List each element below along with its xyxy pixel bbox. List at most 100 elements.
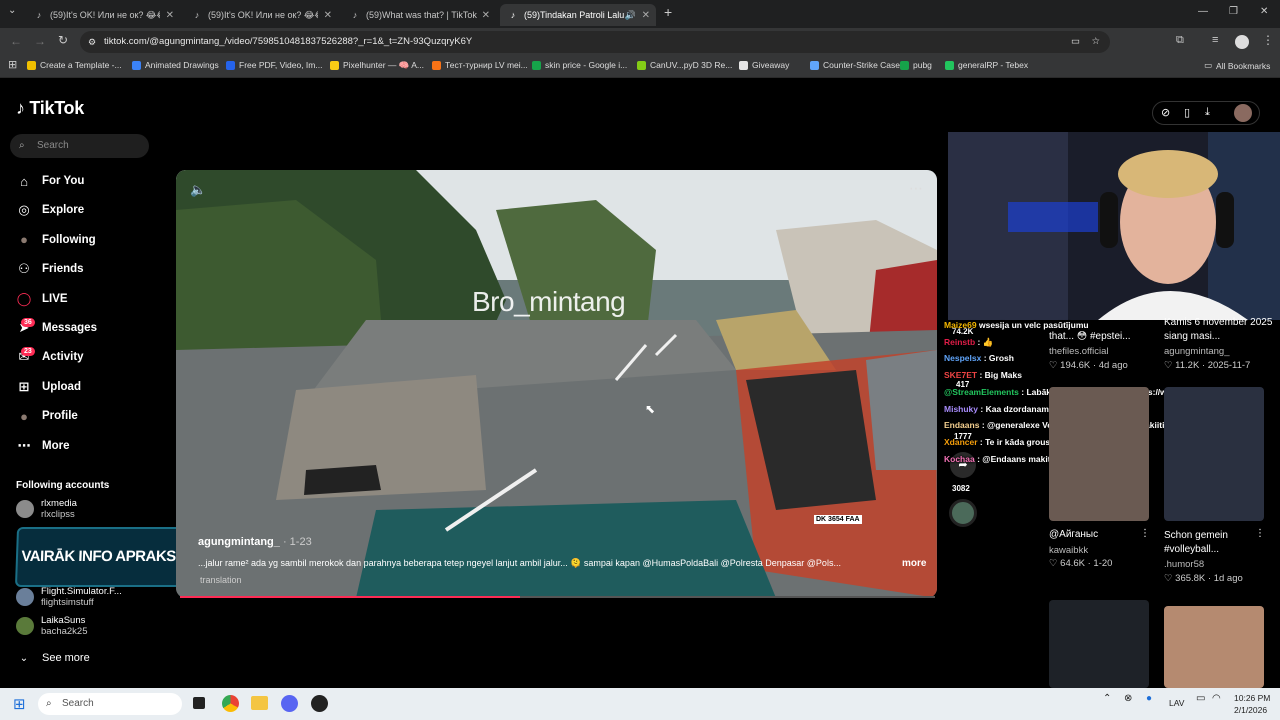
restore-icon[interactable]: ❐ [1229,6,1238,17]
caption-more-link[interactable]: more [902,558,926,569]
all-bookmarks-button[interactable]: ▭ All Bookmarks [1204,60,1270,71]
bookmark-item[interactable]: Create a Template -... [27,60,122,70]
tiktok-logo[interactable]: ♪ TikTok [16,98,84,119]
card-user[interactable]: .humor58 [1164,559,1204,570]
video-thumbnail[interactable] [1049,600,1149,688]
task-view-icon[interactable] [193,697,205,709]
browser-tab[interactable]: ♪ (59)What was that? | TikTok ✕ [342,4,496,26]
windows-start-icon[interactable]: ⊞ [13,697,26,712]
compass-icon[interactable]: ⊘ [1161,106,1170,119]
bookmark-item[interactable]: Тест-турнир LV mei... [432,60,528,70]
app-icon[interactable] [311,695,328,712]
apps-icon[interactable]: ⊞ [8,58,17,71]
clock-time[interactable]: 10:26 PM [1234,693,1270,703]
menu-icon[interactable]: ⋮ [1262,33,1274,47]
download-icon[interactable]: ⤓ [1205,106,1210,119]
bookmark-item[interactable]: Giveaway [739,60,789,70]
sidebar-item-profile[interactable]: ● Profile [16,408,78,424]
bookmark-item[interactable]: generalRP - Tebex [945,60,1028,70]
account-item[interactable]: Flight.Simulator.F... flightsimstuff [16,586,122,608]
sidebar-item-upload[interactable]: ⊞ Upload [16,379,81,395]
reload-icon[interactable]: ↻ [58,33,68,47]
video-progress-bar[interactable] [180,596,935,598]
card-user[interactable]: kawaibkk [1049,545,1088,556]
see-translation-link[interactable]: translation [200,575,242,585]
chrome-icon[interactable] [222,695,239,712]
profile-avatar[interactable] [1235,35,1249,49]
bookmark-item[interactable]: Pixelhunter — 🧠 A... [330,60,424,71]
sidebar-item-live[interactable]: ◯ LIVE [16,291,68,307]
cast-icon[interactable]: ▭ [1071,31,1080,53]
back-icon[interactable]: ← [10,34,22,48]
avatar[interactable] [1234,104,1252,122]
phone-icon[interactable]: ▯ [1184,106,1190,119]
browser-tab[interactable]: ♪ (59)It's OK! Или не ок? 😂😂 #... ✕ [184,4,338,26]
close-window-icon[interactable]: ✕ [1260,6,1268,17]
video-thumbnail[interactable] [1164,387,1264,521]
microphone-icon[interactable]: ● [1146,693,1152,704]
volume-icon[interactable]: 🔈 [190,182,206,198]
all-bookmarks-label: All Bookmarks [1216,60,1271,71]
sidebar-item-friends[interactable]: ⚇ Friends [16,261,83,277]
account-item[interactable]: rlxmedia rlxclipss [16,498,77,520]
card-user[interactable]: thefiles.official [1049,346,1109,357]
browser-tab-active[interactable]: ♪ (59)Tindakan Patroli Lalu Lin... 🔊 ✕ [500,4,656,26]
network-icon[interactable]: ⊗ [1124,693,1132,704]
chat-message: Maize69 wsesija un velc pasūtījumu [944,320,1089,330]
bookmark-label: Тест-турнир LV mei... [445,60,528,70]
music-disc[interactable] [949,499,977,527]
card-options-icon[interactable]: ⋮ [1140,528,1150,539]
tab-search-icon[interactable]: ⌄ [8,5,16,16]
card-options-icon[interactable]: ⋮ [1255,528,1265,539]
sidebar-item-more[interactable]: ⋯ More [16,438,70,454]
close-icon[interactable]: ✕ [324,10,332,21]
new-tab-button[interactable]: + [664,5,672,19]
search-input[interactable]: ⌕ Search [10,134,149,158]
video-thumbnail[interactable] [1164,606,1264,688]
bookmark-item[interactable]: Animated Drawings [132,60,219,70]
site-info-icon[interactable]: ⚙ [88,31,96,53]
account-name: rlxmedia [41,498,77,509]
bookmark-item[interactable]: Counter-Strike Case... [810,60,907,70]
media-icon[interactable]: ≡ [1212,34,1218,46]
sidebar-item-for you[interactable]: ⌂ For You [16,173,84,189]
card-title[interactable]: that... 😳 #epstei... [1049,331,1131,342]
sidebar-item-explore[interactable]: ◎ Explore [16,202,84,218]
card-title[interactable]: Schon gemein #volleyball... [1164,529,1254,557]
close-icon[interactable]: ✕ [482,10,490,21]
browser-tab[interactable]: ♪ (59)It's OK! Или не ок? 😂😂 #... ✕ [26,4,180,26]
video-author[interactable]: agungmintang_ [198,536,280,548]
file-explorer-icon[interactable] [251,696,268,710]
close-icon[interactable]: ✕ [642,10,650,21]
extensions-icon[interactable]: ⧉ [1176,34,1184,47]
address-bar[interactable]: ⚙ tiktok.com/@agungmintang_/video/759851… [80,31,1110,53]
forward-icon[interactable]: → [34,34,46,48]
stream-overlay-banner: VAIRĀK INFO APRAKSTĀ [14,527,202,587]
card-title[interactable]: Kamis 6 november 2025 siang masi... [1164,316,1274,344]
taskbar-search[interactable]: ⌕ Search [38,693,182,715]
video-options-icon[interactable]: ⋯ [909,180,923,197]
bookmark-item[interactable]: CanUV...pyD 3D Re... [637,60,732,70]
chevron-up-icon[interactable]: ⌃ [1103,693,1111,704]
audio-icon[interactable]: 🔊 [625,10,636,21]
wifi-icon[interactable]: ◠ [1212,693,1221,704]
minimize-icon[interactable]: — [1198,6,1208,17]
bookmark-item[interactable]: Free PDF, Video, Im... [226,60,322,70]
sidebar-item-following[interactable]: ● Following [16,232,96,248]
bookmark-star-icon[interactable]: ☆ [1091,31,1100,53]
discord-icon[interactable] [281,695,298,712]
chat-text: : Big Maks [979,370,1022,381]
card-title[interactable]: @Айганыс [1049,529,1098,540]
clock-date[interactable]: 2/1/2026 [1234,705,1267,715]
display-icon[interactable]: ▭ [1196,693,1205,704]
bookmark-item[interactable]: pubg [900,60,932,70]
video-player[interactable]: Bro_mintang 🔈 ⋯ DK 3654 FAA agungmintang… [176,170,937,598]
card-user[interactable]: agungmintang_ [1164,346,1230,357]
see-more-button[interactable]: ⌄ See more [16,650,90,666]
bookmark-item[interactable]: skin price - Google i... [532,60,627,70]
account-item[interactable]: LaikaSuns bacha2k25 [16,615,87,637]
keyboard-language[interactable]: LAV [1169,698,1184,708]
close-icon[interactable]: ✕ [166,10,174,21]
video-thumbnail[interactable] [1049,387,1149,521]
video-watermark: Bro_mintang [472,286,626,317]
